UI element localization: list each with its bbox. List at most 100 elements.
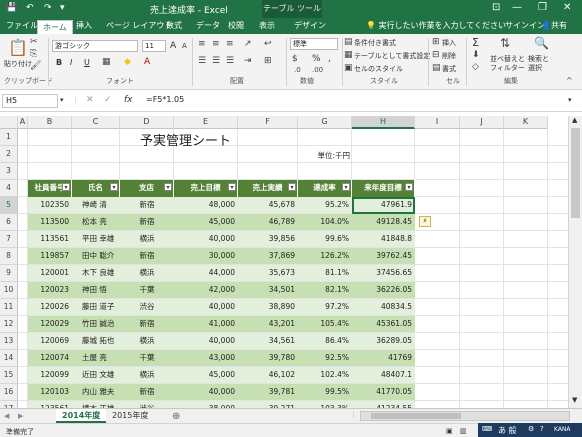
table-cell[interactable]: 120029 [28,316,72,332]
row-header-3[interactable]: 3 [0,163,18,180]
wrap-text-icon[interactable]: ↩ [264,39,272,49]
vertical-scrollbar[interactable]: ▲ ▼ [568,116,582,408]
table-cell[interactable]: 120099 [28,367,72,383]
table-header-cell[interactable]: 売上実績 ▾ [238,180,298,197]
table-cell[interactable]: 34,561 [238,333,298,349]
table-cell[interactable]: 松本 亮 [72,214,120,230]
filter-dropdown-icon[interactable]: ▾ [342,183,350,191]
tab-formulas[interactable]: 数式 [166,20,182,31]
currency-icon[interactable]: $ [292,54,298,64]
table-cell[interactable]: 新宿 [120,214,174,230]
ribbon-display-icon[interactable]: ⊡ [492,2,500,13]
table-cell[interactable]: 39,856 [238,231,298,247]
table-cell[interactable]: 37,869 [238,248,298,264]
underline-button[interactable]: U [84,58,90,67]
percent-button[interactable]: % [312,54,321,64]
sheet-tab-2014[interactable]: 2014年度 [56,409,107,423]
table-cell[interactable]: 新宿 [120,248,174,264]
table-cell[interactable]: 新宿 [120,316,174,332]
row-header-7[interactable]: 7 [0,231,18,248]
find-select-label-2[interactable]: 選択 [528,63,542,73]
cell-styles-button[interactable]: セルのスタイル [354,64,403,74]
table-cell[interactable]: 内山 雅夫 [72,384,120,400]
table-header-cell[interactable]: 支店 ▾ [120,180,174,197]
decrease-decimal-icon[interactable]: .00 [312,66,323,74]
insert-cells-button[interactable]: 挿入 [442,38,456,48]
table-cell[interactable]: 34,501 [238,282,298,298]
row-header-6[interactable]: 6 [0,214,18,231]
paste-icon[interactable]: 📋 [8,38,28,57]
restore-button[interactable]: ❐ [538,2,547,13]
tab-file[interactable]: ファイル [6,20,38,31]
row-header-9[interactable]: 9 [0,265,18,282]
sheet-nav-next-icon[interactable]: ▶ [18,412,23,420]
scroll-thumb[interactable] [571,128,580,218]
column-header-i[interactable]: I [415,116,460,129]
table-cell[interactable]: 120074 [28,350,72,366]
table-cell[interactable]: 48,000 [174,197,238,213]
font-color-icon[interactable]: A [144,57,150,67]
table-cell[interactable]: 竹田 誠治 [72,316,120,332]
format-cells-button[interactable]: 書式 [442,64,456,74]
table-cell[interactable]: 田中 聡介 [72,248,120,264]
font-name-select[interactable]: 游ゴシック [52,40,138,52]
table-cell[interactable]: 102350 [28,197,72,213]
table-cell[interactable]: 120023 [28,282,72,298]
table-cell[interactable]: 82.1% [298,282,352,298]
table-cell[interactable]: 36226.05 [352,282,415,298]
ime-settings-icon[interactable]: ⚙ [528,425,534,433]
table-cell[interactable]: 39,780 [238,350,298,366]
autosum-icon[interactable]: Σ [472,36,479,49]
scroll-down-icon[interactable]: ▼ [572,396,577,404]
tab-home[interactable]: ホーム [37,20,73,34]
share-button[interactable]: 👤共有 [541,20,567,31]
table-cell[interactable]: 40,000 [174,384,238,400]
table-cell[interactable]: 渋谷 [120,401,174,408]
align-middle-icon[interactable]: ≡ [212,39,220,49]
align-right-icon[interactable]: ☰ [226,56,234,66]
keyboard-icon[interactable]: ⌨ [482,425,492,433]
table-cell[interactable]: 平田 幸雄 [72,231,120,247]
tab-page-layout[interactable]: ページ レイアウト [106,20,172,31]
column-header-h[interactable]: H [352,116,415,129]
column-header-g[interactable]: G [298,116,352,129]
ime-help-icon[interactable]: ? [540,425,544,433]
tab-view[interactable]: 表示 [259,20,275,31]
fill-icon[interactable]: ⬇ [472,50,480,60]
tab-data[interactable]: データ [196,20,220,31]
table-cell[interactable]: 113500 [28,214,72,230]
delete-cells-button[interactable]: 削除 [442,51,456,61]
h-scroll-thumb[interactable] [371,413,461,419]
table-cell[interactable]: 120001 [28,265,72,281]
row-header-1[interactable]: 1 [0,129,18,146]
table-cell[interactable]: 102.4% [298,367,352,383]
table-cell[interactable]: 38,890 [238,299,298,315]
table-cell[interactable]: 48407.1 [352,367,415,383]
table-header-cell[interactable]: 達成率 ▾ [298,180,352,197]
unit-label[interactable]: 単位:千円 [298,150,350,161]
table-cell[interactable]: 36289.05 [352,333,415,349]
table-cell[interactable]: 123561 [28,401,72,408]
enter-icon[interactable]: ✓ [104,95,112,105]
row-header-11[interactable]: 11 [0,299,18,316]
table-cell[interactable]: 41770.05 [352,384,415,400]
table-cell[interactable]: 46,102 [238,367,298,383]
tab-design[interactable]: デザイン [294,20,326,31]
indent-icon[interactable]: ⇥ [244,56,252,66]
row-header-17[interactable]: 17 [0,401,18,408]
page-layout-view-icon[interactable]: ▣ [446,427,453,435]
redo-icon[interactable]: ↷ [44,3,52,13]
table-cell[interactable]: 39762.45 [352,248,415,264]
name-box-dropdown-icon[interactable]: ▾ [60,96,64,104]
expand-formula-bar-icon[interactable]: ▾ [568,96,572,104]
table-cell[interactable]: 45,000 [174,214,238,230]
table-cell[interactable]: 千葉 [120,282,174,298]
select-all-corner[interactable] [0,116,18,129]
table-cell[interactable]: 105.4% [298,316,352,332]
undo-icon[interactable]: ↶ [26,3,34,13]
sort-filter-icon[interactable]: ⇅ [500,36,510,50]
table-cell[interactable]: 横浜 [120,265,174,281]
table-cell[interactable]: 37456.65 [352,265,415,281]
table-cell[interactable]: 41,000 [174,316,238,332]
table-cell[interactable]: 近田 文雄 [72,367,120,383]
